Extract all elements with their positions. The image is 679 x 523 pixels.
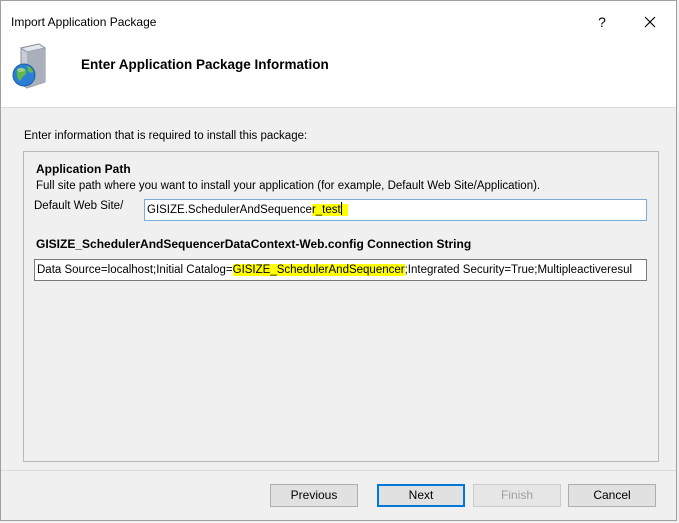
next-button[interactable]: Next (377, 484, 465, 507)
text-caret (340, 202, 342, 215)
connection-string-prefix: Data Source=localhost;Initial Catalog= (37, 264, 233, 276)
title-bar: Import Application Package ? (1, 1, 676, 39)
connection-string-highlighted-catalog: GISIZE_SchedulerAndSequencer (232, 264, 405, 276)
cancel-button[interactable]: Cancel (568, 484, 656, 507)
parameters-group: Application Path Full site path where yo… (23, 151, 659, 462)
connection-string-suffix: ;Integrated Security=True;Multipleactive… (404, 264, 633, 276)
default-web-site-label: Default Web Site/ (34, 200, 124, 212)
close-button[interactable] (638, 10, 662, 34)
application-path-highlighted-suffix: r_test (311, 202, 349, 216)
application-path-input[interactable]: GISIZE.SchedulerAndSequencer_test (144, 199, 647, 221)
connection-string-heading: GISIZE_SchedulerAndSequencerDataContext-… (36, 237, 472, 251)
window-title: Import Application Package (11, 15, 157, 29)
application-path-heading: Application Path (36, 162, 131, 176)
page-title: Enter Application Package Information (81, 57, 329, 72)
footer-separator (1, 470, 676, 471)
close-icon (644, 16, 656, 28)
connection-string-input[interactable]: Data Source=localhost;Initial Catalog=GI… (34, 259, 647, 281)
previous-button[interactable]: Previous (270, 484, 358, 507)
help-button[interactable]: ? (590, 10, 614, 34)
finish-button[interactable]: Finish (473, 484, 561, 507)
application-path-value: GISIZE.SchedulerAndSequence (147, 204, 312, 216)
import-application-package-dialog: Import Application Package ? Enter Appli… (0, 0, 677, 521)
package-globe-icon (12, 43, 47, 89)
application-path-description: Full site path where you want to install… (36, 180, 541, 192)
instruction-text: Enter information that is required to in… (24, 130, 308, 142)
wizard-header: Enter Application Package Information (1, 39, 676, 108)
